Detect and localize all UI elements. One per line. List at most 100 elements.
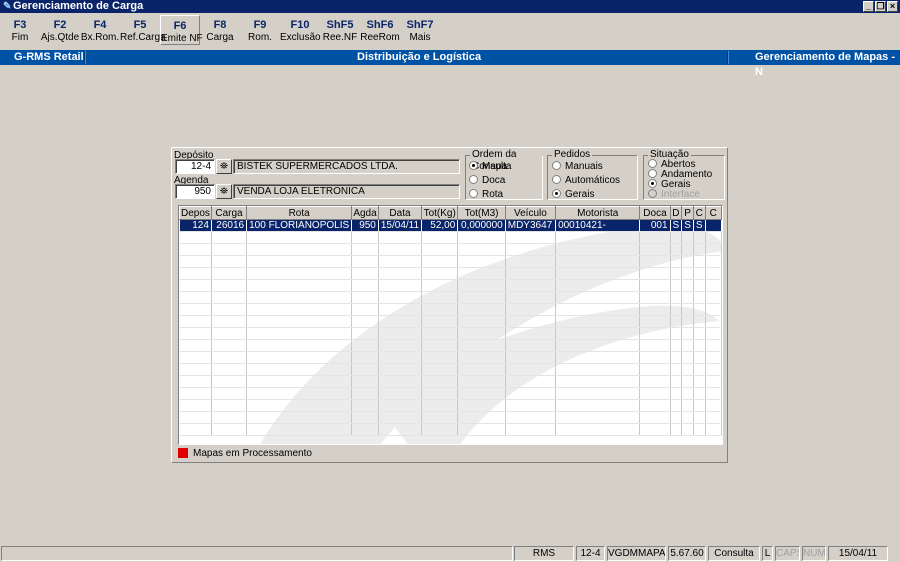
empty-cell	[179, 315, 212, 328]
exclusao-button[interactable]: F10 Exclusão	[280, 15, 321, 45]
deposito-search-binoculars-icon[interactable]: ⛯	[216, 159, 232, 174]
tb-key: F10	[290, 19, 310, 31]
empty-cell	[421, 327, 459, 340]
empty-cell	[670, 231, 683, 244]
status-message	[1, 546, 513, 561]
status-deposito: 12-4	[576, 546, 605, 561]
empty-table-row[interactable]	[179, 363, 722, 376]
ordem-doca-radio[interactable]: Doca	[469, 175, 505, 186]
empty-table-row[interactable]	[179, 411, 722, 424]
empty-cell	[351, 231, 379, 244]
empty-table-row[interactable]	[179, 339, 722, 352]
empty-cell	[246, 387, 353, 400]
empty-cell	[639, 363, 671, 376]
pedidos-automaticos-radio[interactable]: Automáticos	[552, 175, 620, 186]
col-header[interactable]: Doca	[639, 206, 671, 220]
empty-cell	[705, 243, 722, 256]
empty-cell	[179, 411, 212, 424]
col-header[interactable]: Agda	[351, 206, 379, 220]
empty-cell	[421, 267, 459, 280]
empty-table-row[interactable]	[179, 423, 722, 436]
restore-button[interactable]: ❐	[875, 1, 886, 12]
agenda-code-field[interactable]: 950	[175, 184, 215, 199]
empty-cell	[639, 231, 671, 244]
ree-nf-button[interactable]: ShF5 Ree.NF	[320, 15, 360, 45]
status-system: RMS	[514, 546, 574, 561]
col-header[interactable]: Depos	[179, 206, 212, 220]
empty-cell	[457, 411, 506, 424]
empty-cell	[555, 423, 641, 436]
rom-button[interactable]: F9 Rom.	[240, 15, 280, 45]
pedidos-manuais-radio[interactable]: Manuais	[552, 161, 603, 172]
empty-table-row[interactable]	[179, 255, 722, 268]
col-header[interactable]: P	[681, 206, 694, 220]
empty-cell	[421, 315, 459, 328]
empty-cell	[639, 351, 671, 364]
pedidos-gerais-radio[interactable]: Gerais	[552, 189, 594, 200]
empty-cell	[693, 399, 706, 412]
empty-table-row[interactable]	[179, 399, 722, 412]
product-name: G-RMS Retail	[14, 51, 84, 63]
empty-cell	[246, 363, 353, 376]
col-header[interactable]: D	[669, 206, 683, 220]
empty-table-row[interactable]	[179, 387, 722, 400]
radio-label: Mapa	[482, 161, 508, 172]
col-header[interactable]: Rota	[246, 206, 353, 220]
empty-cell	[351, 423, 379, 436]
col-header[interactable]: Motorista	[555, 206, 641, 220]
empty-table-row[interactable]	[179, 327, 722, 340]
col-header[interactable]: Data	[377, 206, 423, 220]
empty-table-row[interactable]	[179, 351, 722, 364]
empty-table-row[interactable]	[179, 231, 722, 244]
mais-button[interactable]: ShF7 Mais	[400, 15, 440, 45]
empty-table-row[interactable]	[179, 279, 722, 292]
agenda-search-binoculars-icon[interactable]: ⛯	[216, 184, 232, 199]
empty-cell	[457, 399, 506, 412]
fim-button[interactable]: F3 Fim	[0, 15, 40, 45]
col-header[interactable]: Carga	[210, 206, 248, 220]
empty-table-row[interactable]	[179, 291, 722, 304]
empty-cell	[693, 231, 706, 244]
col-header[interactable]: C	[704, 206, 722, 220]
empty-cell	[378, 399, 423, 412]
ref-carga-button[interactable]: F5 Ref.Carga	[120, 15, 166, 45]
deposito-code-field[interactable]: 12-4	[175, 159, 215, 174]
emite-nf-button[interactable]: F6 Emite NF	[160, 15, 203, 45]
col-header[interactable]: C	[692, 206, 706, 220]
tb-key: F5	[133, 19, 147, 31]
empty-cell	[639, 243, 671, 256]
reerom-button[interactable]: ShF6 ReeRom	[360, 15, 400, 45]
empty-cell	[555, 411, 641, 424]
empty-table-row[interactable]	[179, 315, 722, 328]
empty-cell	[505, 327, 557, 340]
tb-label: Carga	[206, 32, 234, 43]
mapas-grid[interactable]: Depos Carga Rota Agda Data Tot(Kg) Tot(M…	[178, 205, 723, 445]
empty-table-row[interactable]	[179, 243, 722, 256]
empty-cell	[211, 291, 248, 304]
minimize-button[interactable]: _	[863, 1, 874, 12]
empty-table-row[interactable]	[179, 267, 722, 280]
close-button[interactable]: ×	[887, 1, 898, 12]
bx-rom-button[interactable]: F4 Bx.Rom.	[80, 15, 120, 45]
empty-cell	[555, 399, 641, 412]
empty-cell	[179, 387, 212, 400]
empty-cell	[211, 303, 248, 316]
empty-cell	[555, 339, 641, 352]
ajs-qtde-button[interactable]: F2 Ajs.Qtde	[40, 15, 80, 45]
col-header[interactable]: Tot(Kg)	[421, 206, 459, 220]
ordem-rota-radio[interactable]: Rota	[469, 189, 503, 200]
empty-cell	[693, 243, 706, 256]
empty-cell	[670, 423, 683, 436]
empty-cell	[246, 267, 353, 280]
empty-table-row[interactable]	[179, 303, 722, 316]
empty-cell	[693, 267, 706, 280]
col-header[interactable]: Veículo	[504, 206, 557, 220]
col-header[interactable]: Tot(M3)	[457, 206, 506, 220]
empty-table-row[interactable]	[179, 375, 722, 388]
ordem-mapa-radio[interactable]: Mapa	[469, 161, 507, 172]
carga-button[interactable]: F8 Carga	[200, 15, 240, 45]
tb-label: Ref.Carga	[120, 32, 166, 43]
empty-cell	[211, 387, 248, 400]
empty-cell	[555, 255, 641, 268]
table-row[interactable]: 124 26016 100 FLORIANOPOLIS 950 15/04/11…	[179, 219, 722, 232]
